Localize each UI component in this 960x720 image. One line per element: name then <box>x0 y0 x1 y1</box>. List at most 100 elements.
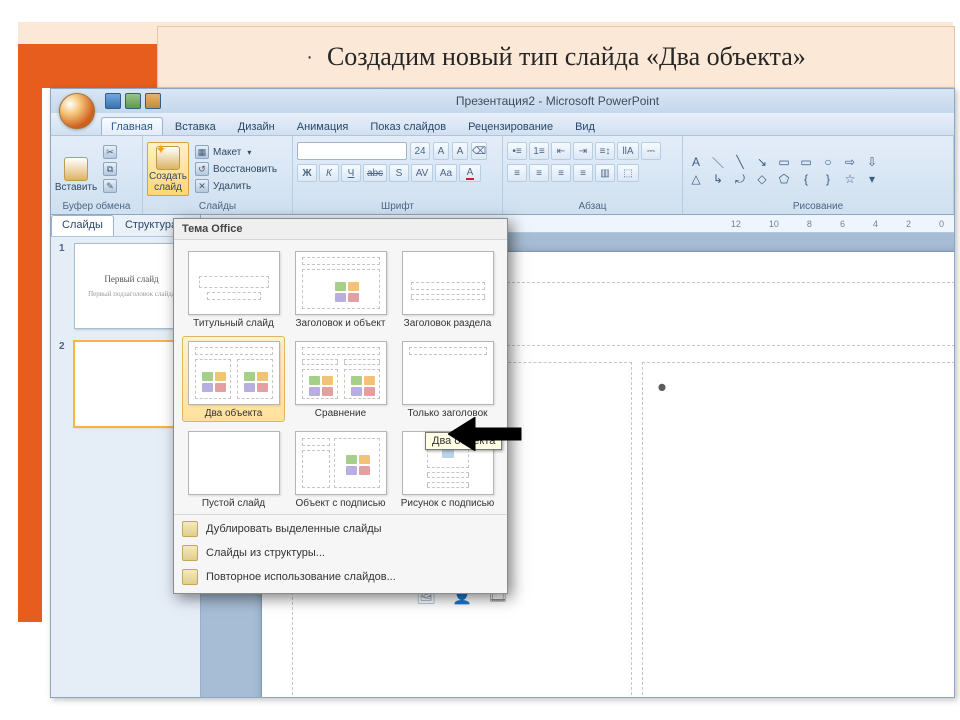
delete-button[interactable]: ✕Удалить <box>192 178 280 194</box>
scissors-icon: ✂ <box>103 145 117 159</box>
triangle-shape-icon[interactable]: △ <box>687 172 705 187</box>
shrink-font-button[interactable]: A <box>452 142 468 160</box>
save-icon[interactable] <box>105 93 121 109</box>
indent-button[interactable]: ⇥ <box>573 142 593 160</box>
dedent-button[interactable]: ⇤ <box>551 142 571 160</box>
clear-format-button[interactable]: ⌫ <box>471 142 487 160</box>
delete-label: Удалить <box>213 181 251 192</box>
ruler-mark: 12 <box>731 219 741 229</box>
reuse-label: Повторное использование слайдов... <box>206 571 396 583</box>
reuse-slides-item[interactable]: Повторное использование слайдов... <box>174 565 507 589</box>
line-space-button[interactable]: ≡↕ <box>595 142 615 160</box>
layout-content-caption[interactable]: Объект с подписью <box>289 426 392 512</box>
change-case-button[interactable]: Aa <box>435 164 457 182</box>
ruler-mark: 6 <box>840 219 845 229</box>
grow-font-button[interactable]: A <box>433 142 449 160</box>
italic-button[interactable]: К <box>319 164 339 182</box>
brace2-shape-icon[interactable]: } <box>819 172 837 187</box>
align-center-button[interactable]: ≡ <box>529 164 549 182</box>
reset-button[interactable]: ↺Восстановить <box>192 161 280 177</box>
font-picker[interactable] <box>297 142 407 160</box>
group-font-label: Шрифт <box>297 200 498 214</box>
group-drawing: A ＼ ╲ ↘ ▭ ▭ ○ ⇨ ⇩ △ ↳ ⤾ ◇ ⬠ { <box>683 136 954 214</box>
arrow-shape-icon[interactable]: ↘ <box>753 155 771 170</box>
layout-section-header[interactable]: Заголовок раздела <box>396 246 499 332</box>
office-button[interactable] <box>59 93 95 129</box>
layout-button[interactable]: ▦Макет▾ <box>192 144 280 160</box>
new-slide-label: Создать слайд <box>149 171 187 193</box>
slide-thumb-2[interactable] <box>74 341 189 427</box>
cut-button[interactable]: ✂ <box>100 144 120 160</box>
star-shape-icon[interactable]: ☆ <box>841 172 859 187</box>
outline-file-icon <box>182 545 198 561</box>
char-spacing-button[interactable]: AV <box>411 164 433 182</box>
duplicate-slides-item[interactable]: Дублировать выделенные слайды <box>174 517 507 541</box>
align-text-button[interactable]: ⎓ <box>641 142 661 160</box>
layout-blank[interactable]: Пустой слайд <box>182 426 285 512</box>
justify-button[interactable]: ≡ <box>573 164 593 182</box>
text-direction-button[interactable]: llA <box>617 142 639 160</box>
textbox-shape-icon[interactable]: A <box>687 155 705 170</box>
slide-body-right[interactable]: • <box>642 362 954 697</box>
group-clipboard: Вставить ✂ ⧉ ✎ Буфер обмена <box>51 136 143 214</box>
underline-button[interactable]: Ч <box>341 164 361 182</box>
strike-button[interactable]: abc <box>363 164 387 182</box>
connector-shape-icon[interactable]: ↳ <box>709 172 727 187</box>
new-slide-button[interactable]: Создать слайд <box>147 142 189 196</box>
bullets-button[interactable]: •≡ <box>507 142 527 160</box>
layout-label: Два объекта <box>205 408 263 419</box>
numbering-button[interactable]: 1≡ <box>529 142 549 160</box>
outline-tab-slides[interactable]: Слайды <box>51 215 114 236</box>
quick-access-toolbar <box>105 93 161 109</box>
ruler-mark: 2 <box>906 219 911 229</box>
layout-title-slide[interactable]: Титульный слайд <box>182 246 285 332</box>
layout-label: Рисунок с подписью <box>401 498 495 509</box>
ruler-mark: 10 <box>769 219 779 229</box>
slides-from-outline-item[interactable]: Слайды из структуры... <box>174 541 507 565</box>
arrowdown-shape-icon[interactable]: ⇩ <box>863 155 881 170</box>
paste-button[interactable]: Вставить <box>55 142 97 196</box>
format-painter-button[interactable]: ✎ <box>100 178 120 194</box>
layout-two-content[interactable]: Два объекта <box>182 336 285 422</box>
new-slide-icon <box>156 146 180 170</box>
tab-review[interactable]: Рецензирование <box>458 117 563 135</box>
reverse-shape-icon[interactable]: ⤾ <box>731 172 749 187</box>
redo-icon[interactable] <box>145 93 161 109</box>
ribbon: Вставить ✂ ⧉ ✎ Буфер обмена Создать слай… <box>51 135 954 215</box>
more-shapes-button[interactable]: ▾ <box>863 172 881 187</box>
font-size-picker[interactable]: 24 <box>410 142 430 160</box>
oval-shape-icon[interactable]: ○ <box>819 155 837 170</box>
annotation-banner: · Создадим новый тип слайда «Два объекта… <box>157 26 955 88</box>
brush-icon: ✎ <box>103 179 117 193</box>
convert-smartart-button[interactable]: ⬚ <box>617 164 639 182</box>
shadow-button[interactable]: S <box>389 164 409 182</box>
tab-view[interactable]: Вид <box>565 117 605 135</box>
callout-shape-icon[interactable]: ⬠ <box>775 172 793 187</box>
diamond-shape-icon[interactable]: ◇ <box>753 172 771 187</box>
rect-shape-icon[interactable]: ▭ <box>775 155 793 170</box>
tab-animation[interactable]: Анимация <box>287 117 359 135</box>
layout-label: Заголовок раздела <box>404 318 492 329</box>
columns-button[interactable]: ▥ <box>595 164 615 182</box>
copy-button[interactable]: ⧉ <box>100 161 120 177</box>
layout-title-content[interactable]: Заголовок и объект <box>289 246 392 332</box>
tab-slideshow[interactable]: Показ слайдов <box>360 117 456 135</box>
layout-label: Пустой слайд <box>202 498 265 509</box>
slide-thumb-1[interactable]: Первый слайд Первый подзаголовок слайда <box>74 243 189 329</box>
layout-title-only[interactable]: Только заголовок <box>396 336 499 422</box>
layout-comparison[interactable]: Сравнение <box>289 336 392 422</box>
bold-button[interactable]: Ж <box>297 164 317 182</box>
brace-shape-icon[interactable]: { <box>797 172 815 187</box>
undo-icon[interactable] <box>125 93 141 109</box>
arrowblock-shape-icon[interactable]: ⇨ <box>841 155 859 170</box>
tab-design[interactable]: Дизайн <box>228 117 285 135</box>
line-shape-icon[interactable]: ＼ <box>709 155 727 170</box>
rect2-shape-icon[interactable]: ▭ <box>797 155 815 170</box>
line2-shape-icon[interactable]: ╲ <box>731 155 749 170</box>
align-right-button[interactable]: ≡ <box>551 164 571 182</box>
layout-label: Макет <box>213 147 241 158</box>
tab-home[interactable]: Главная <box>101 117 163 135</box>
align-left-button[interactable]: ≡ <box>507 164 527 182</box>
font-color-button[interactable]: A <box>459 164 481 182</box>
tab-insert[interactable]: Вставка <box>165 117 226 135</box>
